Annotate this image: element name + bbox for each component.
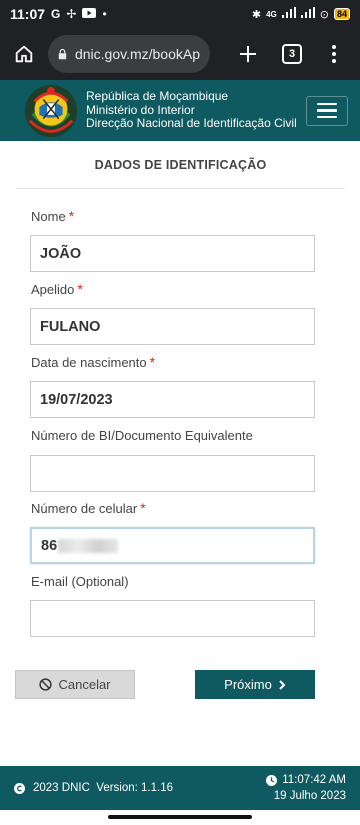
- network-type: 4G: [266, 9, 277, 19]
- youtube-icon: [82, 7, 97, 21]
- section-title: DADOS DE IDENTIFICAÇÃO: [16, 141, 345, 189]
- signal-icon-2: [300, 7, 315, 21]
- battery-icon: 84: [333, 8, 350, 20]
- required-marker: *: [149, 354, 156, 370]
- data-nascimento-input[interactable]: 19/07/2023: [30, 381, 315, 418]
- status-time: 11:07: [10, 6, 46, 22]
- email-input[interactable]: [30, 600, 315, 637]
- home-gesture-bar[interactable]: [108, 815, 252, 819]
- status-bar: 11:07 G ✢ • ✱ 4G ⊙ 84: [0, 0, 360, 28]
- new-tab-button[interactable]: [234, 40, 262, 68]
- fan-icon: ✢: [66, 7, 77, 21]
- address-bar[interactable]: dnic.gov.mz/bookAp: [48, 35, 210, 73]
- lock-icon: [58, 48, 67, 60]
- apelido-label: Apelido *: [31, 281, 83, 297]
- url-text: dnic.gov.mz/bookAp: [74, 46, 200, 62]
- signal-icon: [281, 7, 296, 21]
- copyright-icon: [14, 782, 25, 794]
- cancel-button[interactable]: Cancelar: [15, 670, 135, 699]
- tab-switcher-button[interactable]: 3: [282, 44, 302, 64]
- ban-icon: [39, 678, 53, 691]
- plus-icon: [240, 46, 256, 62]
- chevron-right-icon: [279, 679, 286, 690]
- home-icon: [15, 45, 33, 63]
- nome-input[interactable]: JOÃO: [30, 235, 315, 272]
- documento-label: Número de BI/Documento Equivalente: [31, 428, 253, 443]
- documento-input[interactable]: [30, 455, 315, 492]
- bluetooth-icon: ✱: [251, 8, 262, 21]
- required-marker: *: [68, 208, 75, 224]
- dot-icon: •: [102, 7, 107, 21]
- home-button[interactable]: [8, 38, 40, 70]
- navigation-bar: [0, 810, 360, 825]
- browser-toolbar: dnic.gov.mz/bookAp 3: [0, 28, 360, 80]
- site-header: República de Moçambique Ministério do In…: [0, 80, 360, 141]
- version-text: 2023 DNIC Version: 1.1.16: [33, 782, 173, 794]
- footer-date: 19 Julho 2023: [273, 790, 346, 802]
- hotspot-icon: ⊙: [319, 8, 329, 21]
- footer: 2023 DNIC Version: 1.1.16 11:07:42 AM 19…: [0, 766, 360, 810]
- email-label: E-mail (Optional): [31, 574, 129, 589]
- clock-icon: [266, 774, 278, 786]
- footer-time: 11:07:42 AM: [282, 774, 346, 786]
- mozambique-emblem-logo: [24, 84, 78, 137]
- celular-input[interactable]: 86: [30, 527, 315, 564]
- required-marker: *: [140, 500, 146, 516]
- organization-name: República de Moçambique Ministério do In…: [86, 89, 297, 131]
- nome-label: Nome *: [31, 208, 75, 224]
- redacted-digits: [58, 538, 119, 553]
- data-nascimento-label: Data de nascimento *: [31, 354, 156, 370]
- browser-menu-button[interactable]: [324, 45, 344, 63]
- required-marker: *: [77, 281, 83, 297]
- hamburger-menu-button[interactable]: [306, 95, 348, 126]
- celular-label: Número de celular *: [31, 500, 146, 516]
- next-button[interactable]: Próximo: [195, 670, 315, 699]
- google-icon: G: [51, 7, 61, 21]
- apelido-input[interactable]: FULANO: [30, 308, 315, 345]
